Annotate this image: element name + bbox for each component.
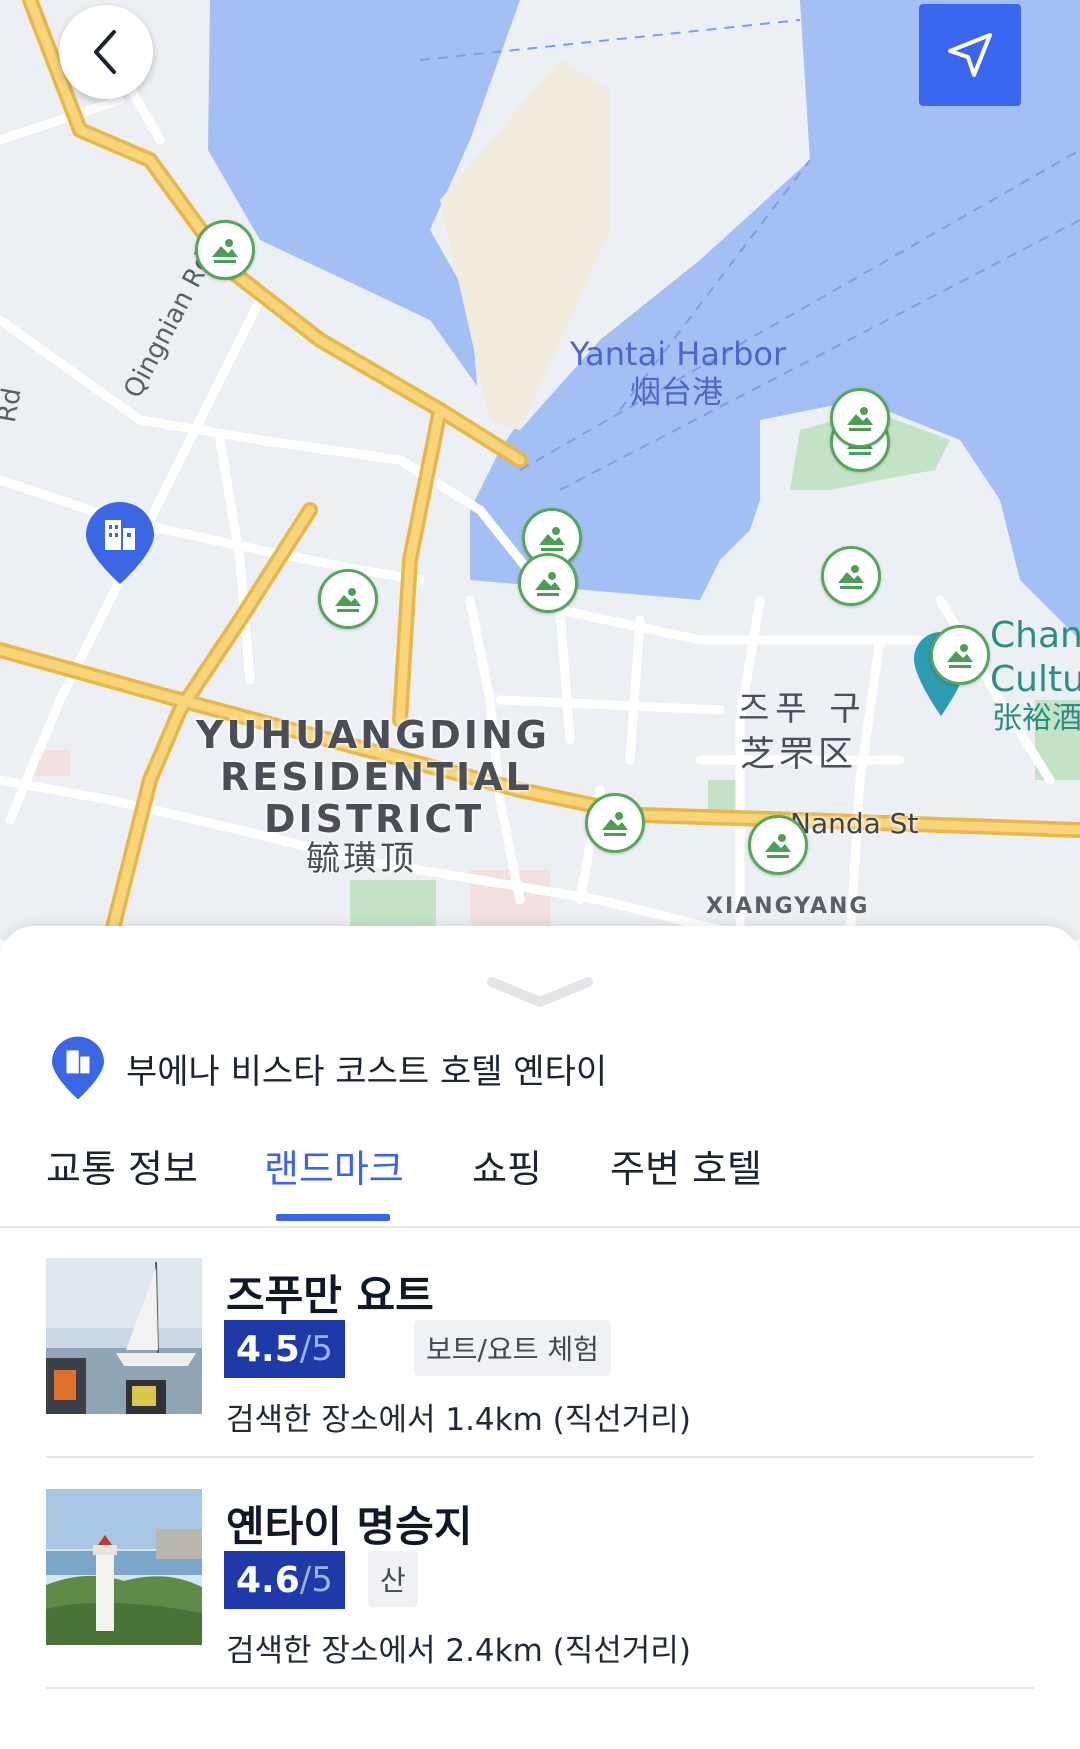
list-divider [46,1456,1034,1458]
landmark-pin-icon[interactable] [585,793,645,853]
hotel-pin-icon [52,1036,104,1100]
landmark-thumbnail [46,1258,202,1414]
landmark-pin-icon[interactable] [830,388,890,448]
landmark-pin-icon[interactable] [318,569,378,629]
category-tabs: 교통 정보 랜드마크 쇼핑 주변 호텔 [0,1124,1080,1228]
poi-label-line1: Chan [990,615,1080,656]
rating-badge: 4.6/5 [224,1551,345,1609]
selected-hotel: 부에나 비스타 코스트 호텔 옌타이 [52,1036,607,1100]
tab-shopping[interactable]: 쇼핑 [472,1138,542,1193]
navigation-arrow-icon [948,33,992,77]
chevron-left-icon [94,30,116,74]
landmark-pin-icon[interactable] [518,553,578,613]
poi-label-line2: Cultu [990,659,1080,700]
street-label-nanda: Nanda St [790,807,919,840]
tab-landmark[interactable]: 랜드마크 [264,1138,404,1193]
district-label-chinese: 毓璜顶 [306,839,417,879]
harbor-label: Yantai Harbor [570,335,787,373]
landmark-pin-icon[interactable] [748,815,808,875]
zhifu-label: 즈푸 구 [738,689,867,729]
rating-out-of: /5 [299,1329,333,1369]
collapse-handle-icon[interactable] [486,972,594,1012]
list-divider [46,1687,1034,1689]
xiangyang-label: XIANGYANG [706,894,870,919]
zhifu-label-chinese: 芝罘区 [740,735,858,775]
back-button[interactable] [59,5,153,99]
district-label-line3: DISTRICT [264,797,485,841]
landmark-item[interactable]: 즈푸만 요트 4.5/5 보트/요트 체험 검색한 장소에서 1.4km (직선… [46,1258,1034,1458]
tab-nearby-hotels[interactable]: 주변 호텔 [610,1138,762,1193]
landmark-pin-icon[interactable] [821,546,881,606]
map-canvas [0,0,1080,940]
landmark-thumbnail [46,1489,202,1645]
locate-button[interactable] [919,4,1021,106]
landmark-title: 즈푸만 요트 [226,1271,434,1320]
rating-badge: 4.5/5 [224,1320,345,1378]
district-label-line1: YUHUANGDING [196,713,550,757]
hotel-marker-icon[interactable] [86,502,154,584]
distance-text: 검색한 장소에서 2.4km (직선거리) [226,1633,691,1669]
tab-transport[interactable]: 교통 정보 [46,1138,198,1193]
road-label: Rd [0,385,28,425]
landmark-pin-icon[interactable] [195,220,255,280]
hotel-name: 부에나 비스타 코스트 호텔 옌타이 [126,1051,608,1092]
active-tab-indicator [276,1214,390,1221]
harbor-label-chinese: 烟台港 [630,375,723,411]
poi-label-line3: 张裕酒 [992,701,1080,736]
rating-score: 4.5 [236,1328,300,1370]
category-tag: 산 [368,1551,418,1607]
rating-score: 4.6 [236,1559,300,1601]
landmark-title: 옌타이 명승지 [226,1502,473,1551]
distance-text: 검색한 장소에서 1.4km (직선거리) [226,1402,691,1438]
landmark-item[interactable]: 옌타이 명승지 4.6/5 산 검색한 장소에서 2.4km (직선거리) [46,1489,1034,1689]
map-view[interactable]: Yantai Harbor 烟台港 Qingnian Rd Rd YUHUANG… [0,0,1080,940]
landmark-pin-icon[interactable] [930,625,990,685]
district-label-line2: RESIDENTIAL [220,755,533,799]
category-tag: 보트/요트 체험 [414,1320,611,1376]
rating-out-of: /5 [299,1560,333,1600]
